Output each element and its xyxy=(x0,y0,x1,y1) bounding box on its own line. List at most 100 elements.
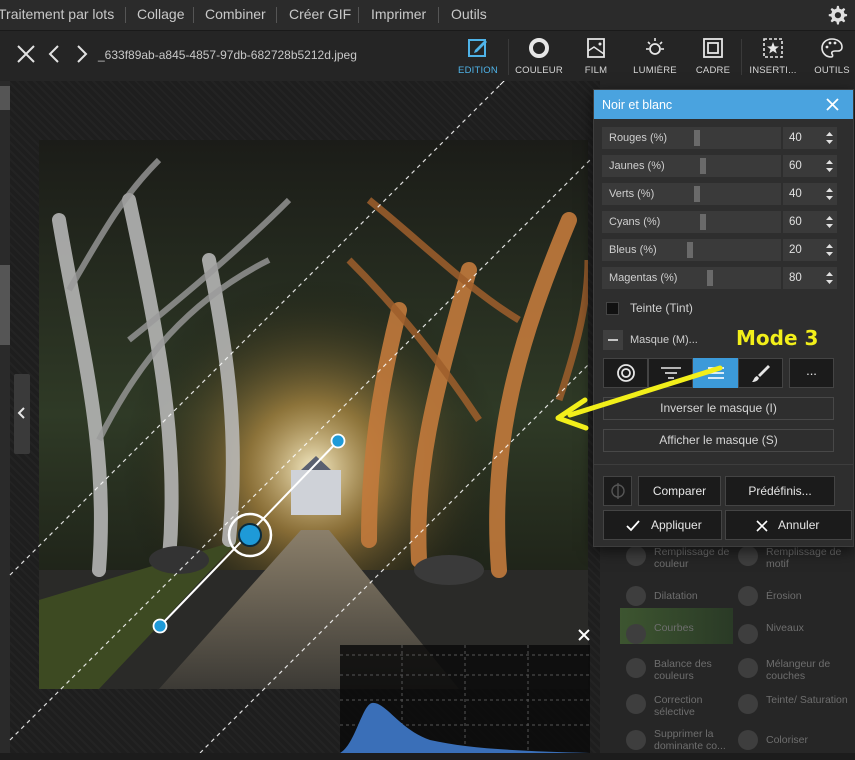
annotation-arrow xyxy=(555,365,723,431)
tint-checkbox[interactable] xyxy=(606,302,619,315)
presets-button[interactable]: Prédéfinis... xyxy=(725,476,835,506)
scrollbar-thumb[interactable] xyxy=(0,265,10,345)
tool-channel-mixer[interactable]: Mélangeur de couches xyxy=(734,652,846,688)
mask-more-button[interactable]: ... xyxy=(789,358,834,388)
tool-levels[interactable]: Niveaux xyxy=(734,618,846,654)
levels-icon xyxy=(738,624,758,644)
hue-saturation-icon xyxy=(738,694,758,714)
colorize-icon xyxy=(738,730,758,750)
tint-label: Teinte (Tint) xyxy=(630,301,693,315)
slider-track[interactable] xyxy=(687,211,781,233)
menu-combine[interactable]: Combiner xyxy=(205,0,266,30)
slider-track[interactable] xyxy=(687,127,781,149)
slider-bleus: Bleus (%) 20 xyxy=(602,239,842,261)
slider-thumb[interactable] xyxy=(694,186,700,202)
black-white-dialog: Noir et blanc Rouges (%) 40 Jaunes (%) 6… xyxy=(593,89,854,547)
color-circle-icon xyxy=(529,38,549,58)
split-view-icon xyxy=(610,483,625,499)
menu-bar: Traitement par lots Collage Combiner Cré… xyxy=(0,0,855,30)
compare-button[interactable]: Comparer xyxy=(638,476,721,506)
slider-cyans: Cyans (%) 60 xyxy=(602,211,842,233)
close-icon[interactable] xyxy=(15,43,37,65)
tab-lumiere[interactable]: LUMIÈRE xyxy=(628,31,682,81)
slider-jaunes: Jaunes (%) 60 xyxy=(602,155,842,177)
dilation-icon xyxy=(626,586,646,606)
left-scroll-strip xyxy=(0,80,10,753)
menu-batch-processing[interactable]: Traitement par lots xyxy=(0,0,114,30)
menu-create-gif[interactable]: Créer GIF xyxy=(289,0,351,30)
tab-edition[interactable]: EDITION xyxy=(452,31,504,81)
curves-icon xyxy=(626,624,646,644)
slider-track[interactable] xyxy=(687,267,781,289)
photo-preview[interactable] xyxy=(39,140,588,689)
fill-icon xyxy=(626,546,646,566)
spin-arrows-icon[interactable] xyxy=(825,186,834,202)
tab-insertion[interactable]: INSERTI... xyxy=(746,31,800,81)
histogram-close-button[interactable] xyxy=(576,627,592,643)
tab-outils[interactable]: OUTILS xyxy=(808,31,855,81)
close-icon[interactable] xyxy=(824,96,841,113)
tab-couleur[interactable]: COULEUR xyxy=(512,31,566,81)
erosion-icon xyxy=(738,586,758,606)
chevron-left-icon[interactable] xyxy=(44,43,66,65)
dialog-title-bar[interactable]: Noir et blanc xyxy=(594,90,853,119)
tool-dilation[interactable]: Dilatation xyxy=(622,580,734,616)
apply-button[interactable]: Appliquer xyxy=(603,510,722,540)
spin-arrows-icon[interactable] xyxy=(825,242,834,258)
collapse-panel-button[interactable] xyxy=(14,374,30,454)
slider-thumb[interactable] xyxy=(707,270,713,286)
color-balance-icon xyxy=(626,658,646,678)
spin-arrows-icon[interactable] xyxy=(825,158,834,174)
toolbar-separator xyxy=(741,39,742,75)
menu-collage[interactable]: Collage xyxy=(137,0,184,30)
spin-arrows-icon[interactable] xyxy=(825,270,834,286)
edit-icon xyxy=(468,39,487,57)
tab-cadre[interactable]: CADRE xyxy=(690,31,736,81)
menu-print[interactable]: Imprimer xyxy=(371,0,426,30)
check-icon xyxy=(626,520,640,532)
slider-track[interactable] xyxy=(687,183,781,205)
file-name: _633f89ab-a845-4857-97db-682728b5212d.jp… xyxy=(98,48,357,62)
remove-cast-icon xyxy=(626,730,646,750)
gear-icon[interactable] xyxy=(826,4,848,26)
film-icon xyxy=(587,38,605,58)
pattern-icon xyxy=(738,546,758,566)
sun-icon xyxy=(646,38,664,55)
slider-thumb[interactable] xyxy=(687,242,693,258)
menu-separator xyxy=(193,7,194,23)
slider-thumb[interactable] xyxy=(694,130,700,146)
slider-thumb[interactable] xyxy=(700,158,706,174)
toolbar: _633f89ab-a845-4857-97db-682728b5212d.jp… xyxy=(0,30,855,81)
menu-separator xyxy=(125,7,126,23)
tool-curves[interactable]: Courbes xyxy=(622,618,734,654)
tool-remove-cast[interactable]: Supprimer la dominante co... xyxy=(622,724,734,760)
slider-thumb[interactable] xyxy=(700,214,706,230)
toolbar-separator xyxy=(508,39,509,75)
slider-magentas: Magentas (%) 80 xyxy=(602,267,842,289)
selective-icon xyxy=(626,694,646,714)
histogram-chart xyxy=(340,645,590,753)
slider-track[interactable] xyxy=(687,155,781,177)
annotation-label: Mode 3 xyxy=(736,326,819,350)
tool-selective-correction[interactable]: Correction sélective xyxy=(622,688,734,724)
scrollbar-thumb[interactable] xyxy=(0,86,10,110)
tool-hue-saturation[interactable]: Teinte/ Saturation xyxy=(734,688,848,724)
tab-film[interactable]: FILM xyxy=(572,31,620,81)
spin-arrows-icon[interactable] xyxy=(825,130,834,146)
dialog-separator xyxy=(594,464,853,465)
insert-star-icon xyxy=(763,38,783,58)
spin-arrows-icon[interactable] xyxy=(825,214,834,230)
palette-icon xyxy=(821,38,843,58)
compare-toggle-button[interactable] xyxy=(603,476,632,506)
tool-color-balance[interactable]: Balance des couleurs xyxy=(622,652,734,688)
cancel-button[interactable]: Annuler xyxy=(725,510,852,540)
brush-icon xyxy=(751,365,770,382)
menu-separator xyxy=(276,7,277,23)
tint-option[interactable]: Teinte (Tint) xyxy=(606,300,766,318)
tool-erosion[interactable]: Érosion xyxy=(734,580,846,616)
photo-image xyxy=(39,140,588,689)
menu-tools[interactable]: Outils xyxy=(451,0,487,30)
tool-colorize[interactable]: Coloriser xyxy=(734,724,846,760)
slider-track[interactable] xyxy=(687,239,781,261)
chevron-right-icon[interactable] xyxy=(70,43,92,65)
